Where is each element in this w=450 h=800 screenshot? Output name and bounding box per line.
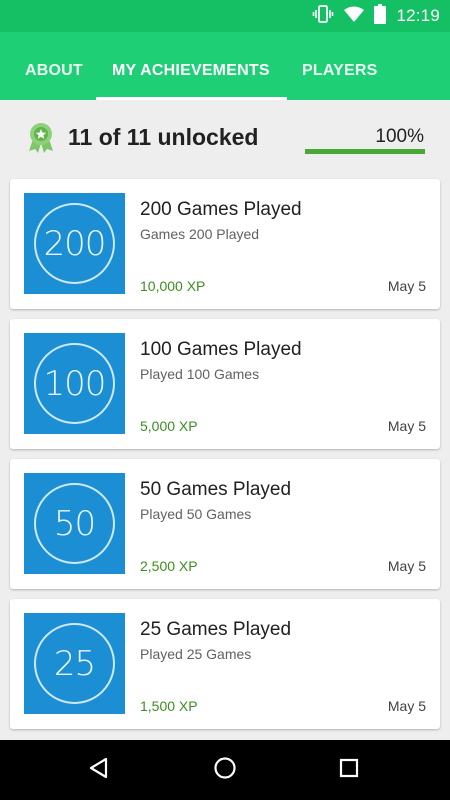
achievement-card[interactable]: 50 50 Games Played Played 50 Games 2,500… [10,459,440,589]
achievement-title: 25 Games Played [140,619,292,640]
home-icon [213,756,237,785]
achievement-list: 200 200 Games Played Games 200 Played 10… [10,179,440,739]
achievement-xp: 10,000 XP [140,278,206,294]
achievement-date: May 5 [387,698,426,714]
achievement-xp: 2,500 XP [140,558,198,574]
achievement-description: Played 25 Games [140,646,252,662]
achievement-card[interactable]: 100 100 Games Played Played 100 Games 5,… [10,319,440,449]
tab-about[interactable]: ABOUT [25,32,83,100]
achievement-description: Played 50 Games [140,506,252,522]
achievement-image: 200 [24,193,125,294]
tab-my-achievements[interactable]: MY ACHIEVEMENTS [112,32,270,100]
navigation-bar [0,740,450,800]
status-icons: 12:19 [312,0,440,32]
wifi-icon [344,6,365,27]
vibrate-icon [312,4,334,28]
back-icon [88,757,110,784]
achievement-xp: 5,000 XP [140,418,198,434]
achievement-badge-icon [27,122,55,154]
status-time: 12:19 [396,6,440,25]
achievement-description: Games 200 Played [140,226,260,242]
unlock-progress-fill [305,149,425,154]
unlocked-percent: 100% [375,126,424,147]
achievement-xp: 1,500 XP [140,698,198,714]
achievement-badge-number: 200 [34,203,115,284]
unlock-progress-bar [305,149,425,154]
achievement-title: 100 Games Played [140,339,302,360]
achievement-date: May 5 [387,418,426,434]
achievement-image: 100 [24,333,125,434]
achievement-card[interactable]: 200 200 Games Played Games 200 Played 10… [10,179,440,309]
back-button[interactable] [69,740,129,800]
tab-players[interactable]: PLAYERS [302,32,378,100]
achievement-title: 200 Games Played [140,199,302,220]
achievement-badge-number: 25 [34,623,115,704]
home-button[interactable] [195,740,255,800]
achievement-badge-number: 100 [34,343,115,424]
battery-icon [374,3,387,29]
achievements-summary: 11 of 11 unlocked 100% [0,100,450,174]
status-bar: 12:19 [0,0,450,32]
achievement-title: 50 Games Played [140,479,292,500]
achievement-date: May 5 [387,278,426,294]
tab-bar: ABOUT MY ACHIEVEMENTS PLAYERS [0,32,450,100]
achievement-description: Played 100 Games [140,366,260,382]
achievement-image: 25 [24,613,125,714]
recents-button[interactable] [319,740,379,800]
achievement-card[interactable]: 25 25 Games Played Played 25 Games 1,500… [10,599,440,729]
achievement-image: 50 [24,473,125,574]
achievement-date: May 5 [387,558,426,574]
achievement-badge-number: 50 [34,483,115,564]
recents-icon [338,757,360,784]
unlocked-count: 11 of 11 unlocked [68,124,259,150]
